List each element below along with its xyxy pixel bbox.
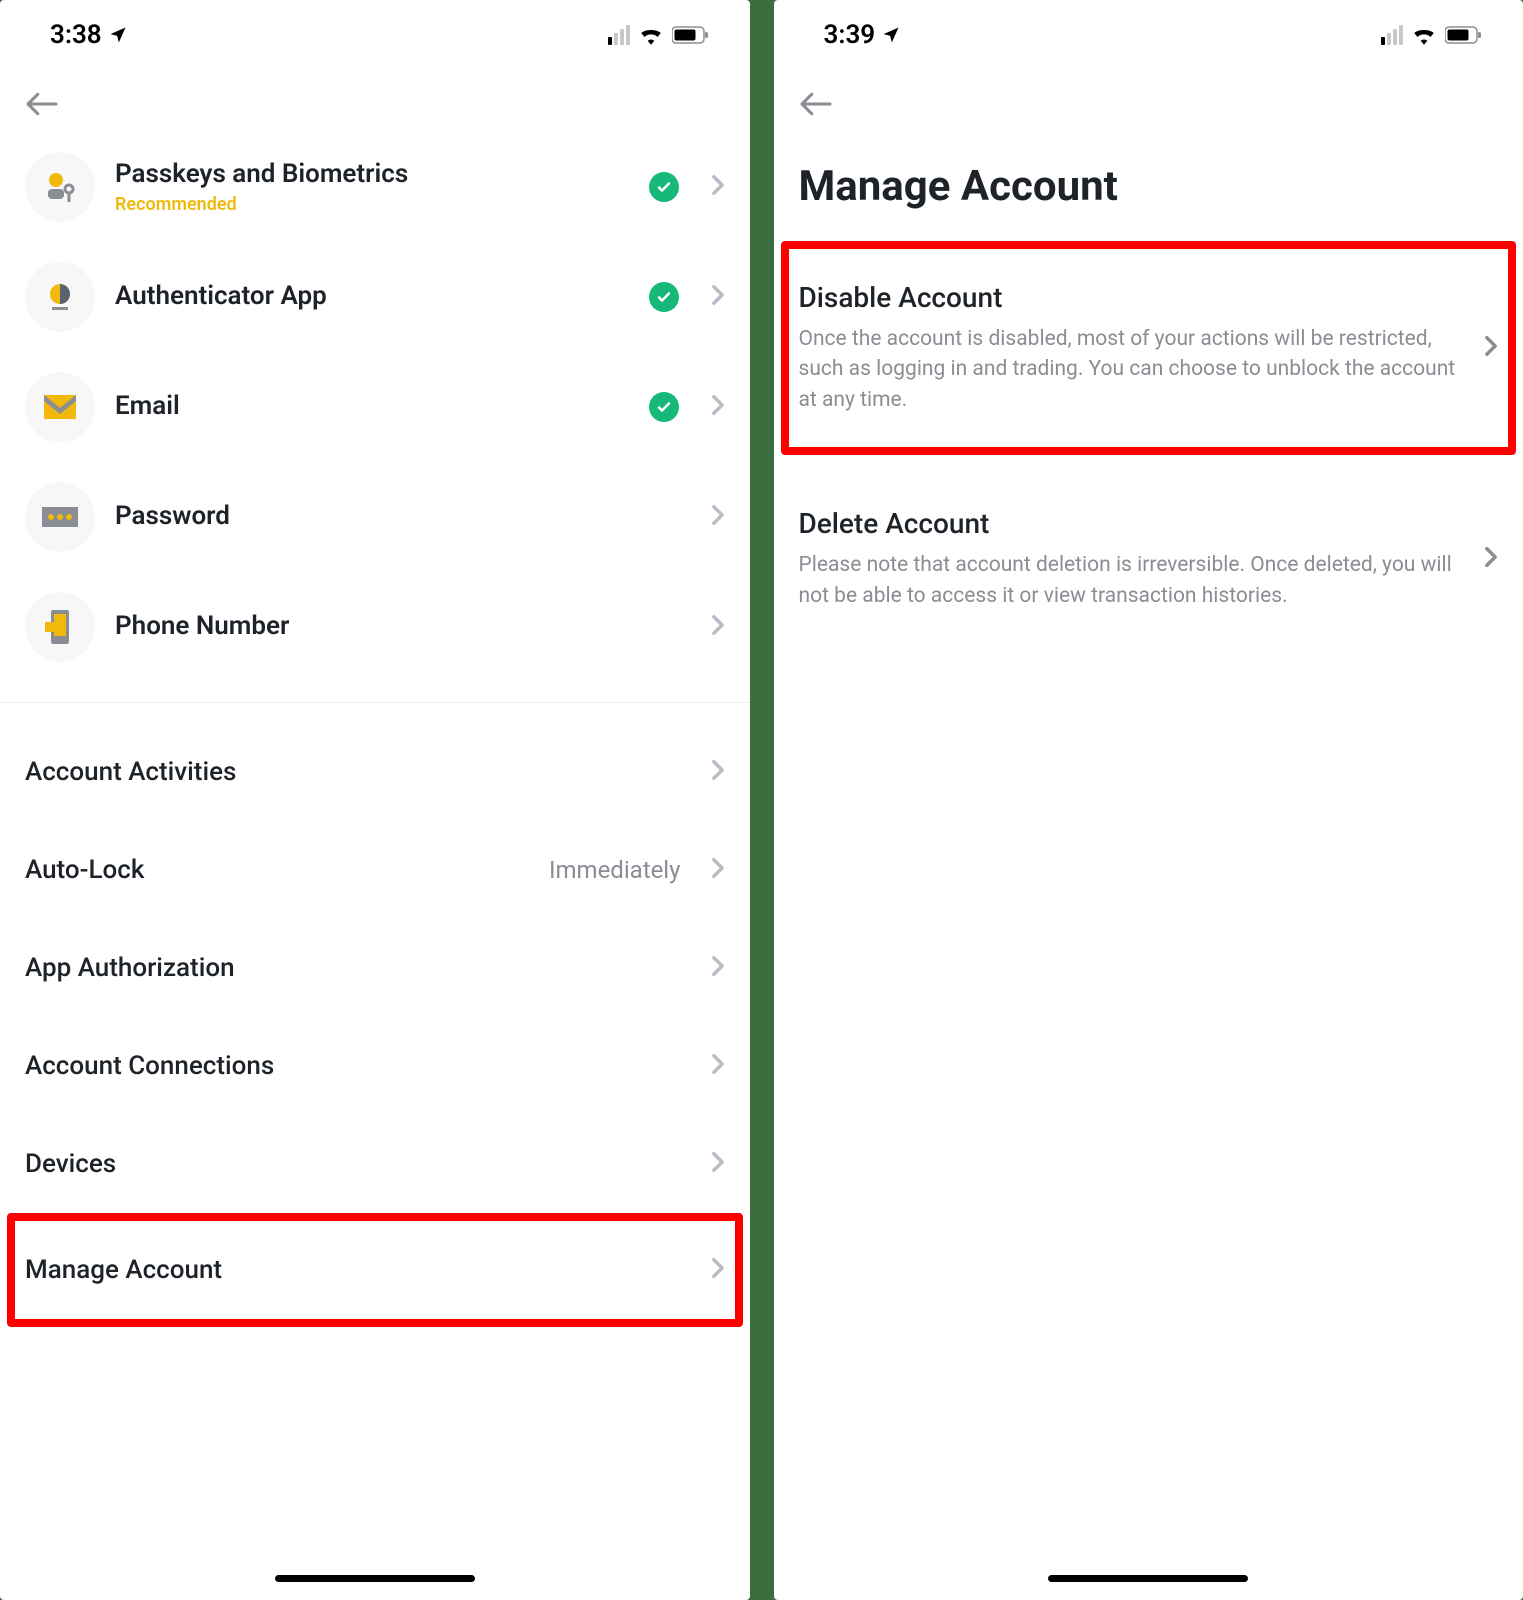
security-item-passkeys[interactable]: Passkeys and Biometrics Recommended [25,132,725,242]
item-title: Email [115,391,629,422]
card-title: Disable Account [799,281,1457,314]
chevron-right-icon [711,394,725,420]
chevron-right-icon [711,1257,725,1283]
email-icon [25,372,95,442]
section-divider [0,702,750,703]
check-icon [649,172,679,202]
item-title: Auto-Lock [25,855,144,885]
battery-icon [1445,26,1483,44]
highlight-manage-account: Manage Account [7,1213,743,1327]
item-title: Devices [25,1149,116,1179]
back-button[interactable] [799,90,833,118]
chevron-right-icon [1484,546,1498,572]
check-icon [649,392,679,422]
item-title: Authenticator App [115,281,629,312]
security-item-phone[interactable]: Phone Number [25,572,725,682]
authenticator-icon [25,262,95,332]
check-icon [649,282,679,312]
highlight-disable-account: Disable Account Once the account is disa… [781,241,1517,455]
settings-item-autolock[interactable]: Auto-Lock Immediately [25,821,725,919]
item-title: Password [115,501,679,532]
status-bar: 3:39 [774,0,1523,70]
card-title: Delete Account [799,507,1457,540]
item-value: Immediately [549,856,681,884]
card-description: Once the account is disabled, most of yo… [799,324,1457,415]
chevron-right-icon [711,759,725,785]
chevron-right-icon [1484,335,1498,361]
chevron-right-icon [711,504,725,530]
chevron-right-icon [711,284,725,310]
wifi-icon [638,25,664,45]
security-item-email[interactable]: Email [25,352,725,462]
chevron-right-icon [711,857,725,883]
settings-item-activities[interactable]: Account Activities [25,723,725,821]
status-right [1381,25,1483,45]
settings-item-connections[interactable]: Account Connections [25,1017,725,1115]
security-settings-screen: 3:38 Passkeys and Biometrics [0,0,750,1600]
item-title: App Authorization [25,953,235,983]
item-title: Passkeys and Biometrics [115,159,629,190]
status-time: 3:38 [50,20,102,50]
chevron-right-icon [711,614,725,640]
item-title: Account Activities [25,757,236,787]
chevron-right-icon [711,174,725,200]
status-right [608,25,710,45]
chevron-right-icon [711,1151,725,1177]
item-title: Account Connections [25,1051,274,1081]
back-button[interactable] [25,90,59,118]
card-delete-account[interactable]: Delete Account Please note that account … [799,485,1499,633]
security-item-password[interactable]: Password [25,462,725,572]
manage-account-screen: 3:39 Manage Account Disable Account [774,0,1523,1600]
chevron-right-icon [711,955,725,981]
item-title: Phone Number [115,611,679,642]
home-indicator [1048,1575,1248,1582]
signal-icon [1381,25,1403,45]
settings-item-app-auth[interactable]: App Authorization [25,919,725,1017]
location-icon [881,25,901,45]
card-description: Please note that account deletion is irr… [799,550,1457,611]
status-bar: 3:38 [0,0,750,70]
location-icon [108,25,128,45]
passkeys-icon [25,152,95,222]
settings-item-devices[interactable]: Devices [25,1115,725,1213]
card-disable-account[interactable]: Disable Account Once the account is disa… [799,259,1499,437]
home-indicator [275,1575,475,1582]
status-time: 3:39 [824,20,876,50]
wifi-icon [1411,25,1437,45]
item-subtitle: Recommended [115,194,629,215]
page-title: Manage Account [799,132,1499,241]
signal-icon [608,25,630,45]
settings-item-manage-account[interactable]: Manage Account [25,1221,725,1319]
item-title: Manage Account [25,1255,222,1285]
phone-icon [25,592,95,662]
battery-icon [672,26,710,44]
password-icon [25,482,95,552]
security-item-authenticator[interactable]: Authenticator App [25,242,725,352]
chevron-right-icon [711,1053,725,1079]
